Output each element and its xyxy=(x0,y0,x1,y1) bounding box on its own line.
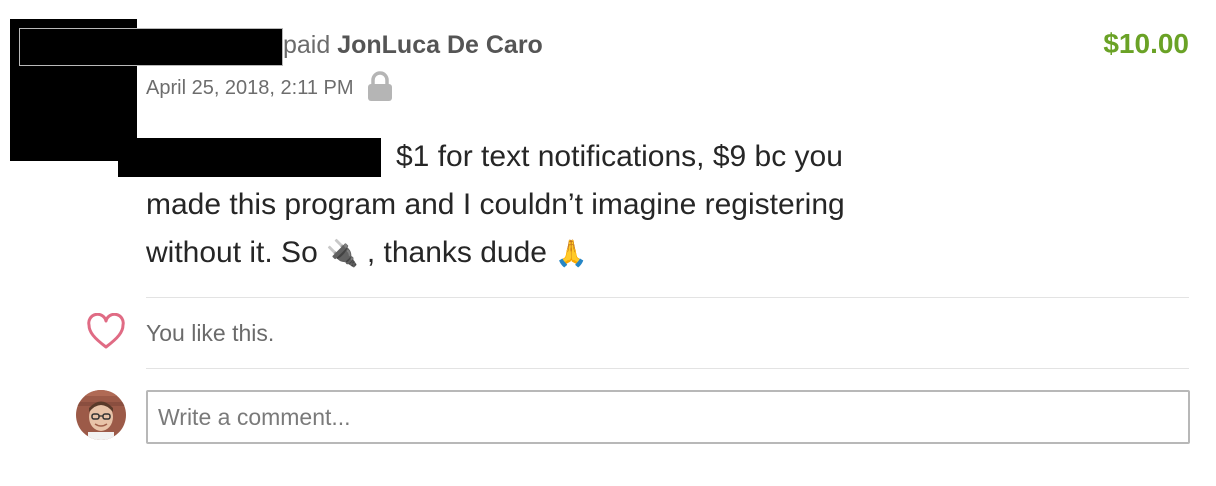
transaction-header: paid JonLuca De Caro xyxy=(283,31,543,60)
like-status-text: You like this. xyxy=(146,320,275,346)
message-line-3-end: , thanks dude xyxy=(366,236,547,269)
message-line-2: made this program and I couldn’t imagine… xyxy=(146,188,845,221)
paid-verb: paid xyxy=(283,31,331,59)
user-avatar xyxy=(76,390,126,440)
divider-top xyxy=(146,297,1189,298)
divider-bottom xyxy=(146,368,1189,369)
message-line-1: $1 for text notifications, $9 bc you xyxy=(396,140,843,173)
payee-name-link[interactable]: JonLuca De Caro xyxy=(337,31,543,59)
transaction-card: paid JonLuca De Caro $10.00 April 25, 20… xyxy=(0,0,1216,486)
timestamp-row: April 25, 2018, 2:11 PM xyxy=(146,71,394,102)
transaction-amount: $10.00 xyxy=(1103,28,1189,59)
plug-emoji: 🔌 xyxy=(326,238,359,268)
comment-input[interactable] xyxy=(146,390,1190,444)
pray-emoji: 🙏 xyxy=(555,238,588,268)
redacted-sender-name xyxy=(19,28,283,66)
redacted-message-start xyxy=(118,138,381,177)
transaction-date[interactable]: April 25, 2018, 2:11 PM xyxy=(146,77,354,100)
heart-icon[interactable] xyxy=(86,312,126,351)
message-line-3-start: without it. So xyxy=(146,236,318,269)
lock-icon[interactable] xyxy=(366,70,394,102)
